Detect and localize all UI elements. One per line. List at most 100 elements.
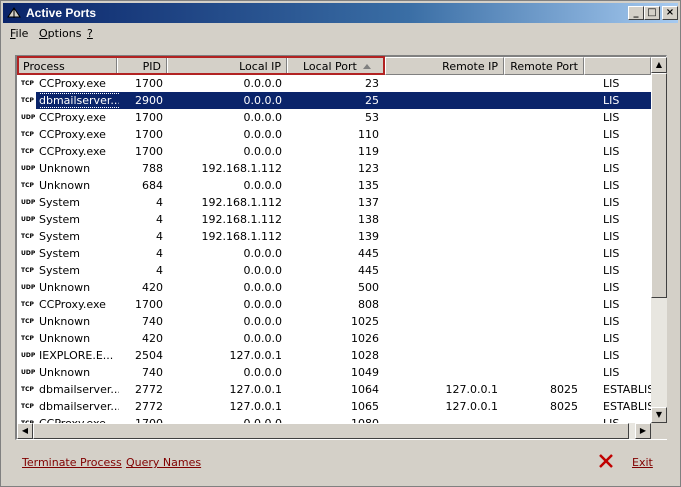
header-state[interactable] bbox=[584, 57, 651, 75]
remote-ip bbox=[385, 330, 498, 347]
exit-link[interactable]: Exit bbox=[632, 456, 653, 469]
local-ip: 0.0.0.0 bbox=[243, 315, 282, 328]
table-row[interactable]: UDP Unknown 740 0.0.0.0 1049 LIS bbox=[17, 364, 651, 381]
protocol-label: TCP bbox=[21, 301, 34, 308]
header-local-port-label: Local Port bbox=[303, 60, 357, 73]
remote-port: 8025 bbox=[550, 400, 578, 413]
connection-state: LIS bbox=[603, 349, 620, 362]
remote-ip bbox=[385, 313, 498, 330]
remote-ip bbox=[385, 279, 498, 296]
scroll-right-button[interactable]: ▶ bbox=[635, 423, 651, 439]
process-name: CCProxy.exe bbox=[39, 298, 106, 311]
process-name: System bbox=[39, 213, 81, 226]
query-names-link[interactable]: Query Names bbox=[126, 456, 201, 469]
pid: 2900 bbox=[135, 94, 163, 107]
remote-port bbox=[504, 296, 578, 313]
remote-port bbox=[504, 245, 578, 262]
local-ip: 0.0.0.0 bbox=[243, 77, 282, 90]
local-port: 1080 bbox=[287, 415, 379, 423]
connection-state: LIS bbox=[603, 94, 620, 107]
remote-port bbox=[504, 160, 578, 177]
remote-port bbox=[504, 92, 578, 109]
terminate-process-link[interactable]: Terminate Process bbox=[22, 456, 122, 469]
table-row[interactable]: UDP Unknown 420 0.0.0.0 500 LIS bbox=[17, 279, 651, 296]
local-port: 23 bbox=[365, 77, 379, 90]
table-row[interactable]: UDP System 4 0.0.0.0 445 LIS bbox=[17, 245, 651, 262]
table-row[interactable]: TCP Unknown 684 0.0.0.0 135 LIS bbox=[17, 177, 651, 194]
remote-port bbox=[504, 228, 578, 245]
remote-ip bbox=[385, 364, 498, 381]
menu-file[interactable]: File bbox=[10, 27, 28, 40]
process-name: Unknown bbox=[39, 162, 91, 175]
menu-options[interactable]: Options bbox=[39, 27, 81, 40]
menu-help[interactable]: ? bbox=[87, 27, 93, 40]
local-port: 1049 bbox=[351, 366, 379, 379]
table-row[interactable]: UDP IEXPLORE.E... 2504 127.0.0.1 1028 LIS bbox=[17, 347, 651, 364]
table-row[interactable]: TCP CCProxy.exe 1700 0.0.0.0 110 LIS bbox=[17, 126, 651, 143]
header-pid[interactable]: PID bbox=[117, 57, 167, 75]
table-row[interactable]: TCP Unknown 740 0.0.0.0 1025 LIS bbox=[17, 313, 651, 330]
connection-state: ESTABLIS bbox=[603, 383, 651, 396]
table-row[interactable]: UDP System 4 192.168.1.112 137 LIS bbox=[17, 194, 651, 211]
header-process[interactable]: Process bbox=[17, 57, 117, 75]
vertical-scrollbar[interactable]: ▲ ▼ bbox=[651, 57, 667, 423]
table-row[interactable]: UDP System 4 192.168.1.112 138 LIS bbox=[17, 211, 651, 228]
horizontal-scrollbar[interactable]: ◀ ▶ bbox=[17, 423, 651, 439]
process-name: System bbox=[39, 196, 81, 209]
connection-state: LIS bbox=[603, 145, 620, 158]
window-title: Active Ports bbox=[26, 6, 97, 20]
remote-ip: 127.0.0.1 bbox=[445, 383, 498, 396]
header-remote-port[interactable]: Remote Port bbox=[504, 57, 584, 75]
table-row[interactable]: TCP dbmailserver.... 2772 127.0.0.1 1064 127.… bbox=[17, 381, 651, 398]
process-name: CCProxy.exe bbox=[39, 145, 106, 158]
table-row[interactable]: UDP Unknown 788 192.168.1.112 123 LIS bbox=[17, 160, 651, 177]
table-row[interactable]: TCP CCProxy.exe 1700 0.0.0.0 23 LIS bbox=[17, 75, 651, 92]
ports-list-view[interactable]: Process PID Local IP Local Port Remote I… bbox=[15, 55, 667, 440]
local-port: 445 bbox=[358, 264, 379, 277]
local-port: 1026 bbox=[351, 332, 379, 345]
protocol-label: UDP bbox=[21, 216, 36, 223]
table-row[interactable]: TCP System 4 192.168.1.112 139 LIS bbox=[17, 228, 651, 245]
pid: 684 bbox=[142, 179, 163, 192]
table-row[interactable]: TCP System 4 0.0.0.0 445 LIS bbox=[17, 262, 651, 279]
scrollbar-corner bbox=[651, 423, 667, 439]
list-header: Process PID Local IP Local Port Remote I… bbox=[17, 56, 651, 75]
local-port: 137 bbox=[358, 196, 379, 209]
connection-state: LIS bbox=[603, 264, 620, 277]
title-bar[interactable]: Active Ports _ □ × bbox=[3, 3, 678, 23]
vertical-scroll-thumb[interactable] bbox=[651, 73, 667, 298]
remote-port bbox=[504, 330, 578, 347]
process-name: System bbox=[39, 230, 81, 243]
local-port: 1065 bbox=[351, 400, 379, 413]
connection-state: ESTABLIS bbox=[603, 400, 651, 413]
header-local-ip[interactable]: Local IP bbox=[167, 57, 287, 75]
exit-x-icon[interactable] bbox=[598, 453, 614, 469]
close-button[interactable]: × bbox=[662, 6, 678, 20]
header-remote-ip[interactable]: Remote IP bbox=[385, 57, 504, 75]
table-row[interactable]: TCP dbmailserver.... 2900 0.0.0.0 25 LIS bbox=[17, 92, 651, 109]
table-row[interactable]: TCP CCProxy.exe1700 0.0.0.0 1080 LIS bbox=[17, 415, 651, 423]
scroll-down-button[interactable]: ▼ bbox=[651, 407, 667, 423]
pid: 420 bbox=[142, 281, 163, 294]
protocol-label: TCP bbox=[21, 148, 34, 155]
table-row[interactable]: UDP CCProxy.exe 1700 0.0.0.0 53 LIS bbox=[17, 109, 651, 126]
local-ip: 127.0.0.1 bbox=[229, 349, 282, 362]
table-row[interactable]: TCP CCProxy.exe 1700 0.0.0.0 808 LIS bbox=[17, 296, 651, 313]
header-local-port[interactable]: Local Port bbox=[287, 57, 385, 75]
table-row[interactable]: TCP Unknown 420 0.0.0.0 1026 LIS bbox=[17, 330, 651, 347]
table-row[interactable]: TCP dbmailserver.... 2772 127.0.0.1 1065 127.… bbox=[17, 398, 651, 415]
local-ip: 192.168.1.112 bbox=[201, 230, 282, 243]
minimize-button[interactable]: _ bbox=[628, 6, 644, 20]
scroll-up-button[interactable]: ▲ bbox=[651, 57, 667, 73]
connection-state: LIS bbox=[603, 332, 620, 345]
maximize-button[interactable]: □ bbox=[644, 6, 660, 20]
remote-ip bbox=[385, 92, 498, 109]
remote-ip bbox=[385, 347, 498, 364]
remote-port bbox=[504, 415, 578, 423]
horizontal-scroll-thumb[interactable] bbox=[33, 423, 629, 439]
scroll-left-button[interactable]: ◀ bbox=[17, 423, 33, 439]
protocol-label: TCP bbox=[21, 415, 34, 423]
table-row[interactable]: TCP CCProxy.exe 1700 0.0.0.0 119 LIS bbox=[17, 143, 651, 160]
local-ip: 0.0.0.0 bbox=[243, 145, 282, 158]
sort-ascending-icon bbox=[362, 64, 371, 69]
